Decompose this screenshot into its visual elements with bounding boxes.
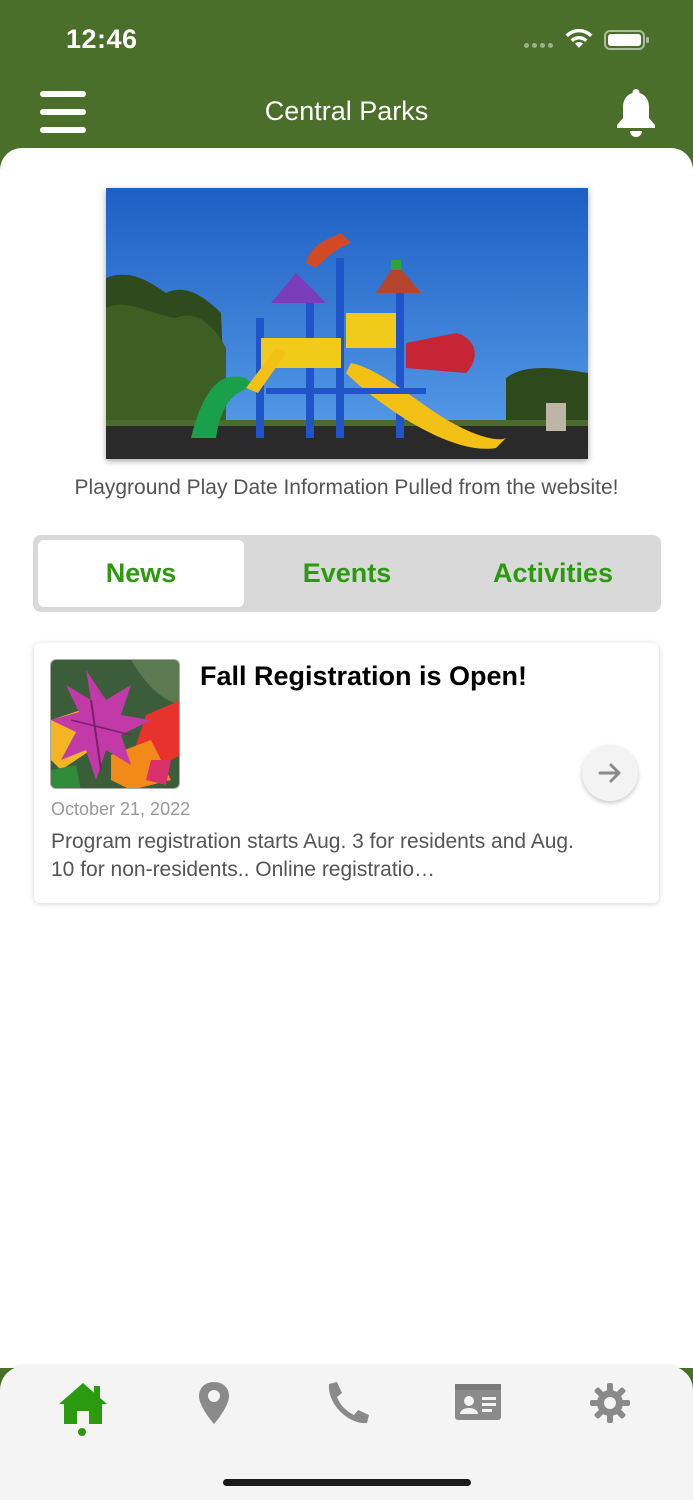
battery-icon — [604, 30, 649, 50]
tab-events[interactable]: Events — [244, 540, 450, 607]
tab-activities[interactable]: Activities — [450, 540, 656, 607]
status-time: 12:46 — [66, 24, 138, 54]
gear-icon[interactable] — [583, 1380, 637, 1426]
arrow-right-icon — [598, 763, 621, 783]
cellular-signal-icon — [524, 43, 553, 48]
home-indicator — [223, 1479, 471, 1486]
active-tab-indicator — [78, 1428, 86, 1436]
hero-image-playground[interactable] — [106, 188, 588, 459]
notifications-bell-icon[interactable] — [612, 86, 660, 138]
news-date: October 21, 2022 — [51, 799, 191, 819]
open-news-button[interactable] — [582, 745, 638, 801]
news-title: Fall Registration is Open! — [200, 661, 528, 691]
wifi-icon — [565, 28, 593, 48]
news-thumbnail-autumn-leaves — [50, 659, 180, 789]
news-summary: Program registration starts Aug. 3 for r… — [51, 830, 574, 881]
contact-card-icon[interactable] — [451, 1380, 505, 1426]
location-pin-icon[interactable] — [187, 1380, 241, 1426]
hero-caption: Playground Play Date Information Pulled … — [74, 476, 619, 499]
playground-illustration — [106, 188, 588, 459]
app-header: 12:46 Central Parks — [0, 0, 693, 160]
main-content: Playground Play Date Information Pulled … — [0, 148, 693, 1368]
segmented-tabs: News Events Activities — [33, 535, 661, 612]
app-title: Central Parks — [264, 96, 429, 126]
tab-news[interactable]: News — [38, 540, 244, 607]
news-card[interactable]: Fall Registration is Open! October 21, 2… — [34, 643, 659, 903]
home-icon[interactable] — [56, 1380, 110, 1426]
phone-icon[interactable] — [319, 1380, 373, 1426]
